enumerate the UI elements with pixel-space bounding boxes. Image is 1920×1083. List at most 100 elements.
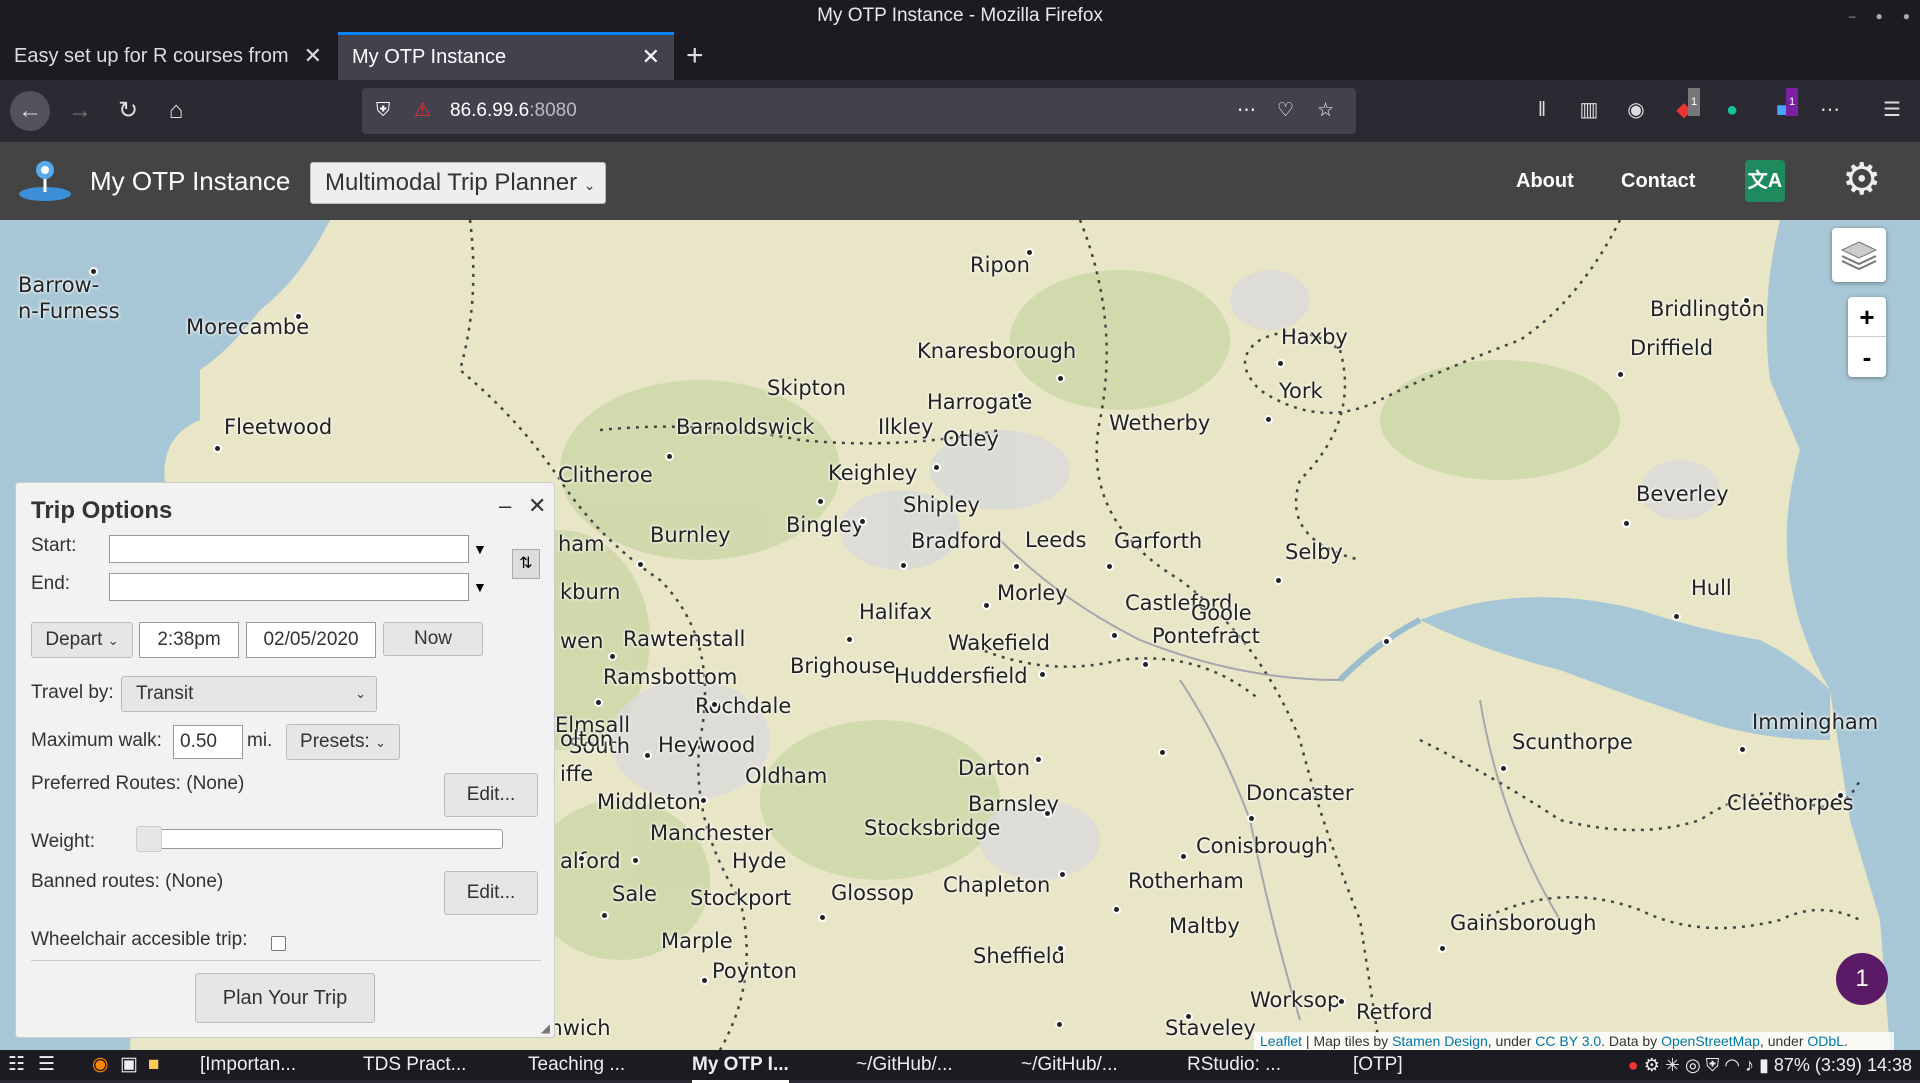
taskbar-task[interactable]: ~/GitHub/... — [856, 1050, 953, 1080]
mode-select[interactable]: Multimodal Trip Planner ⌄ — [310, 162, 606, 204]
brand-title[interactable]: My OTP Instance — [90, 142, 290, 220]
resize-handle-icon[interactable]: ◢ — [541, 1021, 550, 1035]
extension-icon[interactable]: ■ 1 — [1768, 88, 1799, 124]
gear-icon[interactable]: ⚙ — [1842, 156, 1881, 204]
library-icon[interactable]: ‖ — [1528, 96, 1556, 124]
network-icon[interactable]: ◎ — [1685, 1055, 1701, 1075]
minimize-icon[interactable]: – — [1849, 0, 1856, 32]
close-window-icon[interactable]: ● — [1903, 0, 1910, 32]
presets-select[interactable]: Presets: ⌄ — [286, 724, 400, 760]
osm-link[interactable]: OpenStreetMap — [1661, 1033, 1760, 1049]
close-icon[interactable]: ✕ — [304, 32, 322, 80]
zoom-in-button[interactable]: + — [1848, 297, 1886, 337]
start-dropdown-icon[interactable]: ▼ — [473, 535, 487, 563]
layers-button[interactable] — [1832, 228, 1886, 282]
map-place-label: Hull — [1691, 576, 1732, 600]
pocket-icon[interactable]: ♡ — [1277, 88, 1294, 134]
extension-badge: 1 — [1786, 88, 1799, 116]
map-place-label: Garforth — [1114, 529, 1203, 553]
now-button[interactable]: Now — [383, 622, 483, 656]
map-place-dot — [1274, 576, 1283, 585]
banned-routes-text: Banned routes: (None) — [31, 871, 224, 892]
start-input[interactable] — [109, 535, 469, 563]
bluetooth-icon[interactable]: ✳ — [1665, 1055, 1680, 1075]
notification-badge[interactable]: 1 — [1836, 953, 1888, 1005]
account-icon[interactable]: ◉ — [1622, 96, 1650, 124]
insecure-lock-icon[interactable]: ⚠ — [414, 88, 431, 134]
menu-icon[interactable]: ☰ — [1878, 96, 1906, 124]
clock[interactable]: 14:38 — [1867, 1055, 1912, 1075]
wheelchair-checkbox[interactable] — [271, 936, 286, 951]
overflow-icon[interactable]: ⋯ — [1816, 96, 1844, 124]
edit-preferred-button[interactable]: Edit... — [444, 773, 538, 817]
date-input[interactable]: 02/05/2020 — [246, 622, 376, 658]
wifi-icon[interactable]: ◠ — [1724, 1055, 1740, 1075]
firefox-icon[interactable]: ◉ — [92, 1050, 109, 1080]
tab-otp[interactable]: My OTP Instance ✕ — [338, 32, 674, 80]
sidebar-icon[interactable]: ▥ — [1575, 96, 1603, 124]
depart-select[interactable]: Depart ⌄ — [31, 622, 133, 658]
about-link[interactable]: About — [1516, 142, 1574, 220]
taskbar-task[interactable]: TDS Pract... — [363, 1050, 466, 1080]
url-bar[interactable]: ⛨ ⚠ 86.6.99.6:8080 ⋯ ♡ ☆ — [362, 88, 1356, 134]
tab-r-courses[interactable]: Easy set up for R courses from ✕ — [0, 32, 336, 80]
window-list-icon[interactable]: ☰ — [38, 1050, 55, 1080]
end-input[interactable] — [109, 573, 469, 601]
home-button[interactable]: ⌂ — [156, 91, 196, 131]
volume-icon[interactable]: ♪ — [1745, 1055, 1754, 1075]
taskbar-task[interactable]: Teaching ... — [528, 1050, 625, 1080]
shield-icon[interactable]: ⛨ — [1706, 1055, 1720, 1075]
battery-icon[interactable]: ▮ — [1759, 1055, 1769, 1075]
apps-grid-icon[interactable]: ☷ — [8, 1050, 25, 1080]
zoom-out-button[interactable]: - — [1848, 337, 1886, 377]
shield-icon[interactable]: ⛨ — [376, 88, 390, 134]
reload-button[interactable]: ↻ — [108, 91, 148, 131]
ccby-link[interactable]: CC BY 3.0 — [1535, 1033, 1601, 1049]
taskbar-task[interactable]: RStudio: ... — [1187, 1050, 1281, 1080]
swap-icon[interactable]: ⇅ — [512, 549, 540, 579]
edit-banned-button[interactable]: Edit... — [444, 871, 538, 915]
time-input[interactable]: 2:38pm — [139, 622, 239, 658]
taskbar-task[interactable]: ~/GitHub/... — [1021, 1050, 1118, 1080]
new-tab-button[interactable]: + — [686, 32, 704, 80]
end-dropdown-icon[interactable]: ▼ — [473, 573, 487, 601]
steam-icon[interactable]: ⚙ — [1644, 1055, 1660, 1075]
close-icon[interactable]: ✕ — [642, 35, 660, 79]
more-actions-icon[interactable]: ⋯ — [1237, 88, 1256, 134]
ublock-icon[interactable]: ◆ 1 — [1670, 88, 1701, 124]
stamen-link[interactable]: Stamen Design — [1392, 1033, 1488, 1049]
map-place-dot — [1038, 670, 1047, 679]
grammarly-icon[interactable]: ● — [1718, 96, 1746, 124]
attribution-text: . Data by — [1601, 1033, 1662, 1049]
travel-by-select[interactable]: Transit ⌄ — [121, 676, 377, 712]
max-walk-input[interactable]: 0.50 — [173, 725, 243, 759]
taskbar-task[interactable]: [OTP] — [1353, 1050, 1403, 1080]
map-place-dot — [1616, 370, 1625, 379]
weight-slider[interactable] — [136, 826, 503, 852]
map-place-label: Otley — [943, 427, 999, 451]
leaflet-link[interactable]: Leaflet — [1260, 1033, 1302, 1049]
weight-slider-handle[interactable] — [136, 826, 162, 852]
map-place-dot — [89, 267, 98, 276]
odbl-link[interactable]: ODbL — [1807, 1033, 1844, 1049]
contact-link[interactable]: Contact — [1621, 142, 1695, 220]
map-place-label: Chapleton — [943, 873, 1051, 897]
map-place-dot — [1055, 1020, 1064, 1029]
close-icon[interactable]: ✕ — [528, 493, 546, 519]
terminal-icon[interactable]: ▣ — [120, 1050, 138, 1080]
forward-button[interactable]: → — [60, 91, 100, 131]
back-button[interactable]: ← — [10, 91, 50, 131]
maximize-icon[interactable]: ● — [1876, 0, 1883, 32]
files-icon[interactable]: ■ — [148, 1050, 159, 1080]
zoom-control: + - — [1848, 297, 1886, 377]
taskbar-task[interactable]: [Importan... — [200, 1050, 296, 1080]
map-place-dot — [1056, 944, 1065, 953]
minimize-panel-icon[interactable]: – — [499, 493, 511, 519]
translate-icon[interactable]: 文A — [1745, 160, 1785, 202]
record-icon[interactable]: ● — [1628, 1055, 1639, 1075]
battery-text: 87% (3:39) — [1773, 1055, 1862, 1075]
otp-logo-icon — [19, 161, 71, 201]
bookmark-star-icon[interactable]: ☆ — [1317, 88, 1334, 134]
taskbar-task[interactable]: My OTP I... — [692, 1050, 789, 1083]
plan-trip-button[interactable]: Plan Your Trip — [195, 973, 375, 1023]
